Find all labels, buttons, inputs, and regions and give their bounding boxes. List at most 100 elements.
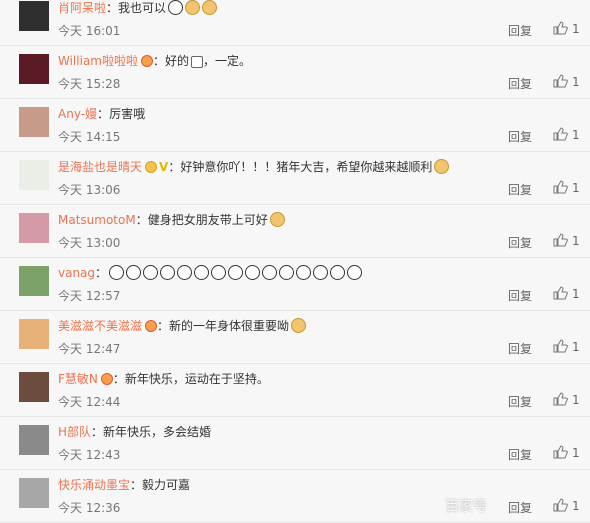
commenter-name[interactable]: vanag [58, 266, 95, 280]
comment-text: 厉害哦 [109, 107, 146, 121]
face-emoji-icon [269, 212, 285, 227]
member-badge-icon [100, 373, 113, 385]
panda-emoji-icon [126, 265, 142, 280]
avatar[interactable] [19, 160, 49, 190]
comment-text: 好的 [165, 54, 190, 68]
thumbs-up-icon[interactable] [552, 444, 568, 460]
face-emoji-icon [202, 0, 218, 15]
comment-line: 快乐涌动墨宝：毅力可嘉 [58, 476, 190, 494]
panda-emoji-icon [347, 265, 363, 280]
panda-emoji-icon [168, 0, 184, 15]
avatar[interactable] [19, 372, 49, 402]
commenter-name[interactable]: 快乐涌动墨宝 [58, 478, 130, 492]
separator: ： [106, 1, 119, 15]
comment-time: 今天 15:28 [58, 77, 121, 91]
panda-emoji-icon [262, 265, 278, 280]
commenter-name[interactable]: 美滋滋不美滋滋 [58, 319, 142, 333]
thumbs-up-icon[interactable] [552, 391, 568, 407]
separator: ： [157, 319, 170, 333]
comment-text: 新年快乐，运动在于坚持。 [124, 372, 269, 386]
panda-emoji-icon [313, 265, 329, 280]
like-count: 1 [572, 287, 580, 301]
panda-emoji-icon [109, 265, 125, 280]
avatar-image [19, 213, 49, 243]
comment-line: William啦啦啦 ：好的 ，一定。 [58, 52, 251, 70]
comment-time: 今天 12:44 [58, 395, 121, 409]
comment-text: 我也可以 [118, 1, 167, 15]
comment-line: 美滋滋不美滋滋 ：新的一年身体很重要呦 [58, 317, 307, 335]
comment-line: 肖阿呆啦：我也可以 [58, 0, 218, 17]
panda-emoji-icon [143, 265, 159, 280]
avatar[interactable] [19, 425, 49, 455]
reply-button[interactable]: 回复 [508, 22, 532, 39]
reply-button[interactable]: 回复 [508, 340, 532, 357]
separator: ： [152, 54, 165, 68]
thumbs-up-icon[interactable] [552, 232, 568, 248]
watermark: 百家号 [445, 499, 487, 515]
comment-line: MatsumotoM：健身把女朋友带上可好 [58, 211, 285, 229]
reply-button[interactable]: 回复 [508, 75, 532, 92]
comment-line: Any-嫚：厉害哦 [58, 105, 145, 123]
comment-text: 健身把女朋友带上可好 [147, 213, 268, 227]
comment-row: H部队：新年快乐，多会结婚 今天 12:43 回复 1 [0, 417, 590, 470]
avatar[interactable] [19, 213, 49, 243]
comment-time: 今天 12:47 [58, 342, 121, 356]
thumbs-up-icon[interactable] [552, 338, 568, 354]
comment-text: 好钟意你吖！！！猪年大吉，希望你越来越顺利 [180, 160, 433, 174]
comment-row: 美滋滋不美滋滋 ：新的一年身体很重要呦 今天 12:47 回复 1 [0, 311, 590, 364]
commenter-name[interactable]: 肖阿呆啦 [58, 1, 106, 15]
comment-time: 今天 13:00 [58, 236, 121, 250]
member-badge-icon [145, 320, 158, 332]
thumbs-up-icon[interactable] [552, 126, 568, 142]
commenter-name[interactable]: Any-嫚 [58, 107, 97, 121]
like-count: 1 [572, 340, 580, 354]
avatar[interactable] [19, 266, 49, 296]
avatar[interactable] [19, 54, 49, 84]
thumbs-up-icon[interactable] [552, 285, 568, 301]
thumbs-up-icon[interactable] [552, 73, 568, 89]
comment-time: 今天 16:01 [58, 24, 121, 38]
separator: ： [130, 478, 143, 492]
comment-time: 今天 14:15 [58, 130, 121, 144]
avatar[interactable] [19, 478, 49, 508]
avatar[interactable] [19, 319, 49, 349]
reply-button[interactable]: 回复 [508, 393, 532, 410]
reply-button[interactable]: 回复 [508, 499, 532, 516]
avatar-image [19, 266, 49, 296]
like-count: 1 [572, 128, 580, 142]
comment-text: 新年快乐，多会结婚 [103, 425, 212, 439]
comment-row: Any-嫚：厉害哦今天 14:15 回复 1 [0, 99, 590, 152]
reply-button[interactable]: 回复 [508, 287, 532, 304]
commenter-name[interactable]: William啦啦啦 [58, 54, 138, 68]
comment-row: MatsumotoM：健身把女朋友带上可好 今天 13:00 回复 1 [0, 205, 590, 258]
thumbs-up-icon[interactable] [552, 497, 568, 513]
like-count: 1 [572, 499, 580, 513]
thumbs-up-icon[interactable] [552, 179, 568, 195]
avatar-image [19, 1, 49, 31]
panda-emoji-icon [228, 265, 244, 280]
avatar[interactable] [19, 1, 49, 31]
commenter-name[interactable]: H部队 [58, 425, 91, 439]
reply-button[interactable]: 回复 [508, 446, 532, 463]
avatar-image [19, 54, 49, 84]
avatar[interactable] [19, 107, 49, 137]
comment-line: F慧敏N ：新年快乐，运动在于坚持。 [58, 370, 269, 388]
reply-button[interactable]: 回复 [508, 128, 532, 145]
reply-button[interactable]: 回复 [508, 181, 532, 198]
reply-button[interactable]: 回复 [508, 234, 532, 251]
comment-row: 肖阿呆啦：我也可以 今天 16:01 回复 1 [0, 0, 590, 46]
separator: ： [97, 107, 110, 121]
comment-time: 今天 12:57 [58, 289, 121, 303]
comment-line: H部队：新年快乐，多会结婚 [58, 423, 211, 441]
panda-emoji-icon [194, 265, 210, 280]
commenter-name[interactable]: F慧敏N [58, 372, 98, 386]
like-count: 1 [572, 446, 580, 460]
thumbs-up-icon[interactable] [552, 20, 568, 36]
commenter-name[interactable]: 是海盐也是晴天 [58, 160, 142, 174]
panda-emoji-icon [160, 265, 176, 280]
vip-badge: V [159, 160, 169, 174]
commenter-name[interactable]: MatsumotoM [58, 213, 136, 227]
comment-list: 肖阿呆啦：我也可以 今天 16:01 回复 1 William啦啦啦 ：好的 ，一定。 今天 … [0, 0, 590, 523]
face-emoji-icon [434, 159, 450, 174]
comment-row: 快乐涌动墨宝：毅力可嘉 今天 12:36 回复 1 [0, 470, 590, 523]
